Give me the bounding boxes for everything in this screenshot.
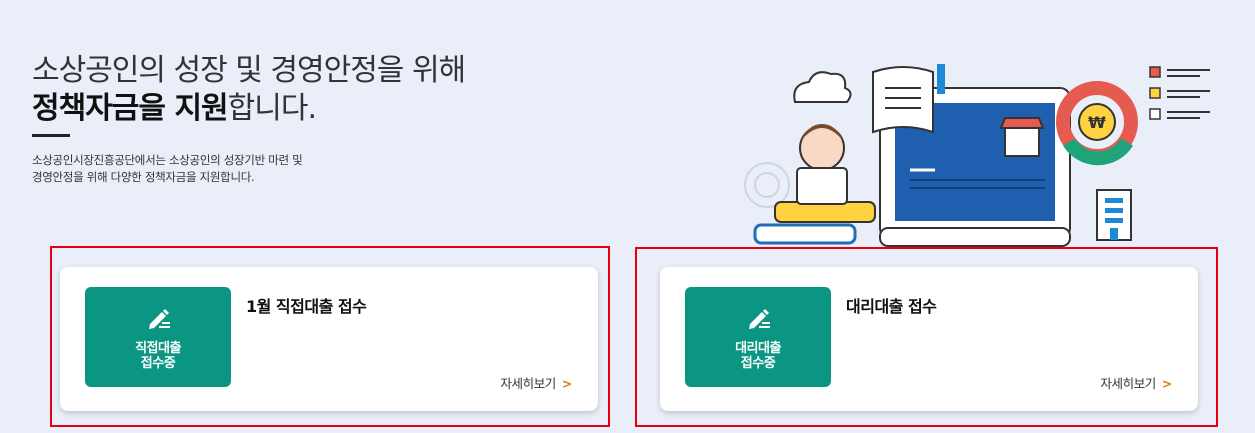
view-details-label: 자세히보기 — [500, 376, 556, 391]
badge-line2: 접수중 — [740, 356, 776, 371]
cloud-icon — [793, 71, 852, 103]
hero-desc-line1: 소상공인시장진흥공단에서는 소상공인의 성장기반 마련 및 — [32, 153, 303, 167]
chevron-right-icon: > — [561, 376, 572, 391]
hero-desc-line2: 경영안정을 위해 다양한 정책자금을 지원합니다. — [32, 170, 255, 184]
badge-text: 직접대출 접수중 — [85, 341, 231, 371]
hero-title-line1: 소상공인의 성장 및 경영안정을 위해 — [32, 53, 466, 88]
agency-loan-badge: 대리대출 접수중 — [685, 287, 831, 387]
card-title: 1월 직접대출 접수 — [246, 297, 367, 316]
view-details-link[interactable]: 자세히보기 > — [1100, 373, 1172, 392]
hero-title-bold: 정책자금을 지원 — [32, 91, 229, 126]
chevron-right-icon: > — [1161, 376, 1172, 391]
building-icon — [1096, 189, 1132, 241]
title-divider — [32, 134, 70, 137]
coin-chart-icon: ₩ — [1056, 81, 1138, 166]
hero-title: 소상공인의 성장 및 경영안정을 위해 정책자금을 지원합니다. — [32, 52, 466, 128]
hero-title-line2: 정책자금을 지원합니다. — [32, 90, 465, 128]
svg-text:₩: ₩ — [1088, 113, 1106, 132]
pencil-write-icon — [749, 309, 770, 329]
direct-loan-badge: 직접대출 접수중 — [85, 287, 231, 387]
view-details-label: 자세히보기 — [1100, 376, 1156, 391]
badge-line1: 대리대출 — [735, 341, 781, 356]
badge-line2: 접수중 — [140, 356, 176, 371]
hero-description: 소상공인시장진흥공단에서는 소상공인의 성장기반 마련 및 경영안정을 위해 다… — [32, 152, 303, 186]
card-title: 대리대출 접수 — [846, 297, 937, 316]
pencil-write-icon — [149, 309, 170, 329]
view-details-link[interactable]: 자세히보기 > — [500, 373, 572, 392]
badge-text: 대리대출 접수중 — [685, 341, 831, 371]
hero-illustration: ₩ — [744, 64, 1210, 247]
direct-loan-card[interactable]: 직접대출 접수중 1월 직접대출 접수 자세히보기 > — [60, 267, 598, 411]
person-illustration — [753, 124, 876, 245]
gear-icon — [744, 162, 790, 208]
agency-loan-card[interactable]: 대리대출 접수중 대리대출 접수 자세히보기 > — [660, 267, 1198, 411]
badge-line1: 직접대출 — [135, 341, 181, 356]
list-icon — [1149, 66, 1210, 120]
hero-title-rest: 합니다. — [227, 91, 317, 126]
